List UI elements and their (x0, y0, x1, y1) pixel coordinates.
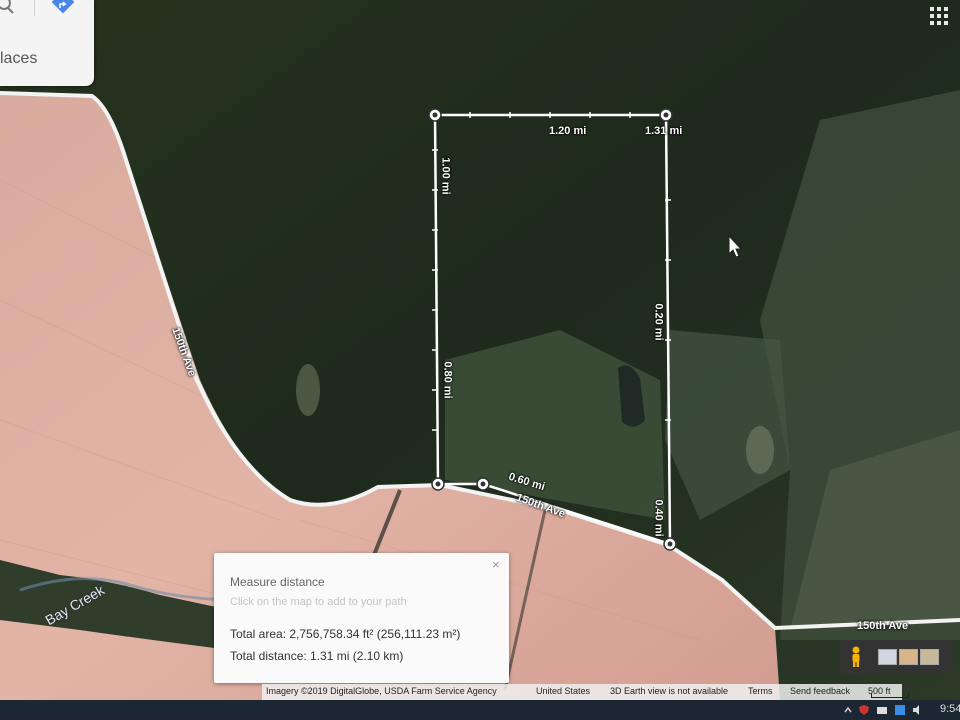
search-panel: laces (0, 0, 94, 86)
path-vertex[interactable] (435, 481, 441, 487)
clearing-small (746, 426, 774, 474)
send-feedback-link[interactable]: Send feedback (790, 686, 850, 696)
road-label: 150th Ave (857, 620, 909, 632)
search-icon[interactable] (0, 0, 16, 16)
layer-tile[interactable] (899, 649, 918, 665)
measure-distance-card: × Measure distance Click on the map to a… (214, 553, 509, 683)
imagery-credit: Imagery ©2019 DigitalGlobe, USDA Farm Se… (266, 686, 497, 696)
distance-label: 0.40 mi (652, 499, 665, 537)
shield-icon[interactable] (858, 704, 870, 716)
attribution-bar: Imagery ©2019 DigitalGlobe, USDA Farm Se… (262, 684, 902, 700)
divider (34, 0, 35, 16)
measure-title: Measure distance (230, 575, 325, 589)
measure-hint: Click on the map to add to your path (230, 596, 407, 608)
path-vertex[interactable] (663, 112, 669, 118)
path-vertex[interactable] (432, 112, 438, 118)
path-vertex[interactable] (480, 481, 486, 487)
layer-tile[interactable] (920, 649, 939, 665)
distance-label: 0.20 mi (652, 303, 665, 341)
close-icon[interactable]: × (492, 557, 500, 572)
chevron-up-icon[interactable] (842, 704, 854, 716)
apps-grid-icon[interactable] (929, 6, 949, 26)
layer-tile[interactable] (878, 649, 897, 665)
total-area: Total area: 2,756,758.34 ft² (256,111.23… (230, 627, 461, 641)
total-distance: Total distance: 1.31 mi (2.10 km) (230, 649, 404, 663)
distance-label: 1.20 mi (549, 125, 587, 137)
earth-view-note: 3D Earth view is not available (610, 686, 729, 696)
scale-bar (871, 693, 909, 698)
clearing-small (296, 364, 320, 416)
network-icon[interactable] (876, 704, 888, 716)
taskbar: 9:54 (0, 700, 960, 720)
places-label[interactable]: laces (0, 50, 37, 68)
clock[interactable]: 9:54 (940, 703, 960, 715)
volume-icon[interactable] (912, 704, 924, 716)
security-icon[interactable] (894, 704, 906, 716)
country-link[interactable]: United States (536, 686, 590, 696)
distance-label: 1.31 mi (645, 125, 683, 137)
terms-link[interactable]: Terms (748, 686, 773, 696)
distance-label: 0.80 mi (441, 361, 454, 399)
pegman-icon[interactable] (850, 646, 862, 668)
directions-icon[interactable] (52, 0, 74, 16)
path-vertex[interactable] (667, 541, 673, 547)
distance-label: 1.00 mi (439, 157, 452, 195)
